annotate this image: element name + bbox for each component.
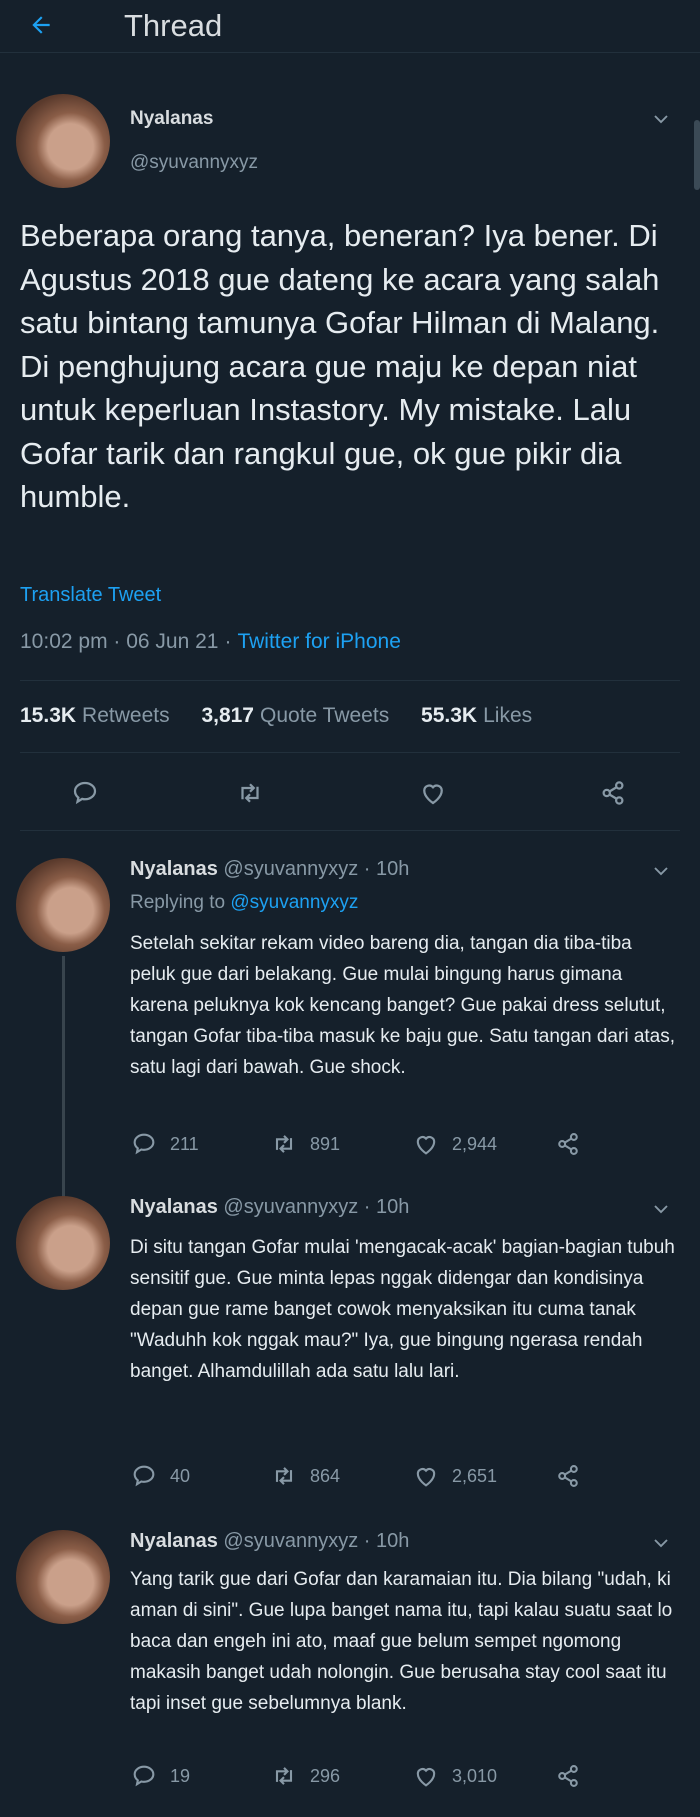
- reply-icon[interactable]: [130, 1130, 158, 1158]
- reply-icon[interactable]: [130, 1762, 158, 1790]
- share-icon[interactable]: [554, 1130, 582, 1158]
- divider: [20, 830, 680, 831]
- avatar[interactable]: [16, 94, 110, 188]
- reply-header: Nyalanas @syuvannyxyz · 10h: [130, 858, 410, 880]
- mention-link[interactable]: @syuvannyxyz: [230, 892, 358, 913]
- reply-header: Nyalanas @syuvannyxyz · 10h: [130, 1530, 410, 1552]
- tweet-stats: 15.3K Retweets 3,817 Quote Tweets 55.3K Lik…: [20, 704, 558, 728]
- tweet-meta: 10:02 pm · 06 Jun 21 · Twitter for iPhone: [20, 630, 401, 653]
- replying-to: Replying to @syuvannyxyz: [130, 892, 359, 913]
- reply-icon[interactable]: [130, 1462, 158, 1490]
- chevron-down-icon[interactable]: [652, 1534, 670, 1552]
- author-handle[interactable]: @syuvannyxyz: [223, 858, 358, 880]
- divider: [20, 680, 680, 681]
- reply-tweet[interactable]: Nyalanas @syuvannyxyz · 10h Replying to …: [0, 858, 700, 1178]
- like-icon[interactable]: [418, 778, 448, 808]
- tweet-text: Beberapa orang tanya, beneran? Iya bener…: [20, 218, 660, 514]
- reply-count: 211: [170, 1134, 199, 1154]
- avatar[interactable]: [16, 1530, 110, 1624]
- author-name[interactable]: Nyalanas: [130, 858, 218, 880]
- retweets-stat[interactable]: 15.3K Retweets: [20, 704, 196, 727]
- retweet-icon[interactable]: [270, 1130, 298, 1158]
- reply-icon[interactable]: [70, 778, 100, 808]
- author-handle[interactable]: @syuvannyxyz: [223, 1530, 358, 1552]
- author-name[interactable]: Nyalanas: [130, 108, 213, 130]
- translate-link[interactable]: Translate Tweet: [20, 584, 161, 607]
- top-bar: Thread: [0, 0, 700, 53]
- chevron-down-icon[interactable]: [652, 862, 670, 880]
- retweet-count: 864: [310, 1466, 341, 1486]
- avatar[interactable]: [16, 858, 110, 952]
- share-icon[interactable]: [554, 1762, 582, 1790]
- likes-stat[interactable]: 55.3K Likes: [421, 704, 558, 727]
- chevron-down-icon[interactable]: [652, 110, 670, 128]
- reply-count: 40: [170, 1466, 191, 1486]
- tweet-time: 10h: [376, 1196, 410, 1218]
- like-count: 2,651: [452, 1466, 498, 1486]
- retweet-icon[interactable]: [235, 778, 265, 808]
- author-handle[interactable]: @syuvannyxyz: [130, 152, 258, 174]
- scrollbar[interactable]: [694, 120, 700, 190]
- like-count: 3,010: [452, 1766, 498, 1786]
- reply-text: Di situ tangan Gofar mulai 'mengacak-aca…: [130, 1237, 675, 1382]
- retweet-count: 891: [310, 1134, 341, 1154]
- reply-actions: 211 891 2,944: [130, 1130, 600, 1160]
- retweet-icon[interactable]: [270, 1462, 298, 1490]
- reply-text: Setelah sekitar rekam video bareng dia, …: [130, 933, 676, 1078]
- reply-header: Nyalanas @syuvannyxyz · 10h: [130, 1196, 410, 1218]
- chevron-down-icon[interactable]: [652, 1200, 670, 1218]
- reply-tweet[interactable]: Nyalanas @syuvannyxyz · 10h Yang tarik g…: [0, 1530, 700, 1810]
- reply-text: Yang tarik gue dari Gofar dan karamaian …: [130, 1569, 673, 1714]
- tweet-source[interactable]: Twitter for iPhone: [237, 630, 400, 653]
- share-icon[interactable]: [554, 1462, 582, 1490]
- author-handle[interactable]: @syuvannyxyz: [223, 1196, 358, 1218]
- tweet-time: 10h: [376, 1530, 410, 1552]
- reply-actions: 40 864 2,651: [130, 1462, 600, 1492]
- avatar[interactable]: [16, 1196, 110, 1290]
- page-title: Thread: [124, 8, 223, 43]
- reply-count: 19: [170, 1766, 191, 1786]
- retweet-count: 296: [310, 1766, 341, 1786]
- share-icon[interactable]: [598, 778, 628, 808]
- author-name[interactable]: Nyalanas: [130, 1196, 218, 1218]
- like-count: 2,944: [452, 1134, 498, 1154]
- divider: [20, 752, 680, 753]
- tweet-time: 10:02 pm · 06 Jun 21: [20, 630, 219, 653]
- author-name[interactable]: Nyalanas: [130, 1530, 218, 1552]
- back-arrow-icon[interactable]: [28, 12, 54, 38]
- tweet-time: 10h: [376, 858, 410, 880]
- like-icon[interactable]: [412, 1762, 440, 1790]
- reply-tweet[interactable]: Nyalanas @syuvannyxyz · 10h Di situ tang…: [0, 1196, 700, 1496]
- like-icon[interactable]: [412, 1462, 440, 1490]
- like-icon[interactable]: [412, 1130, 440, 1158]
- reply-actions: 19 296 3,010: [130, 1762, 600, 1792]
- retweet-icon[interactable]: [270, 1762, 298, 1790]
- tweet-actions: [0, 778, 700, 812]
- quotes-stat[interactable]: 3,817 Quote Tweets: [201, 704, 415, 727]
